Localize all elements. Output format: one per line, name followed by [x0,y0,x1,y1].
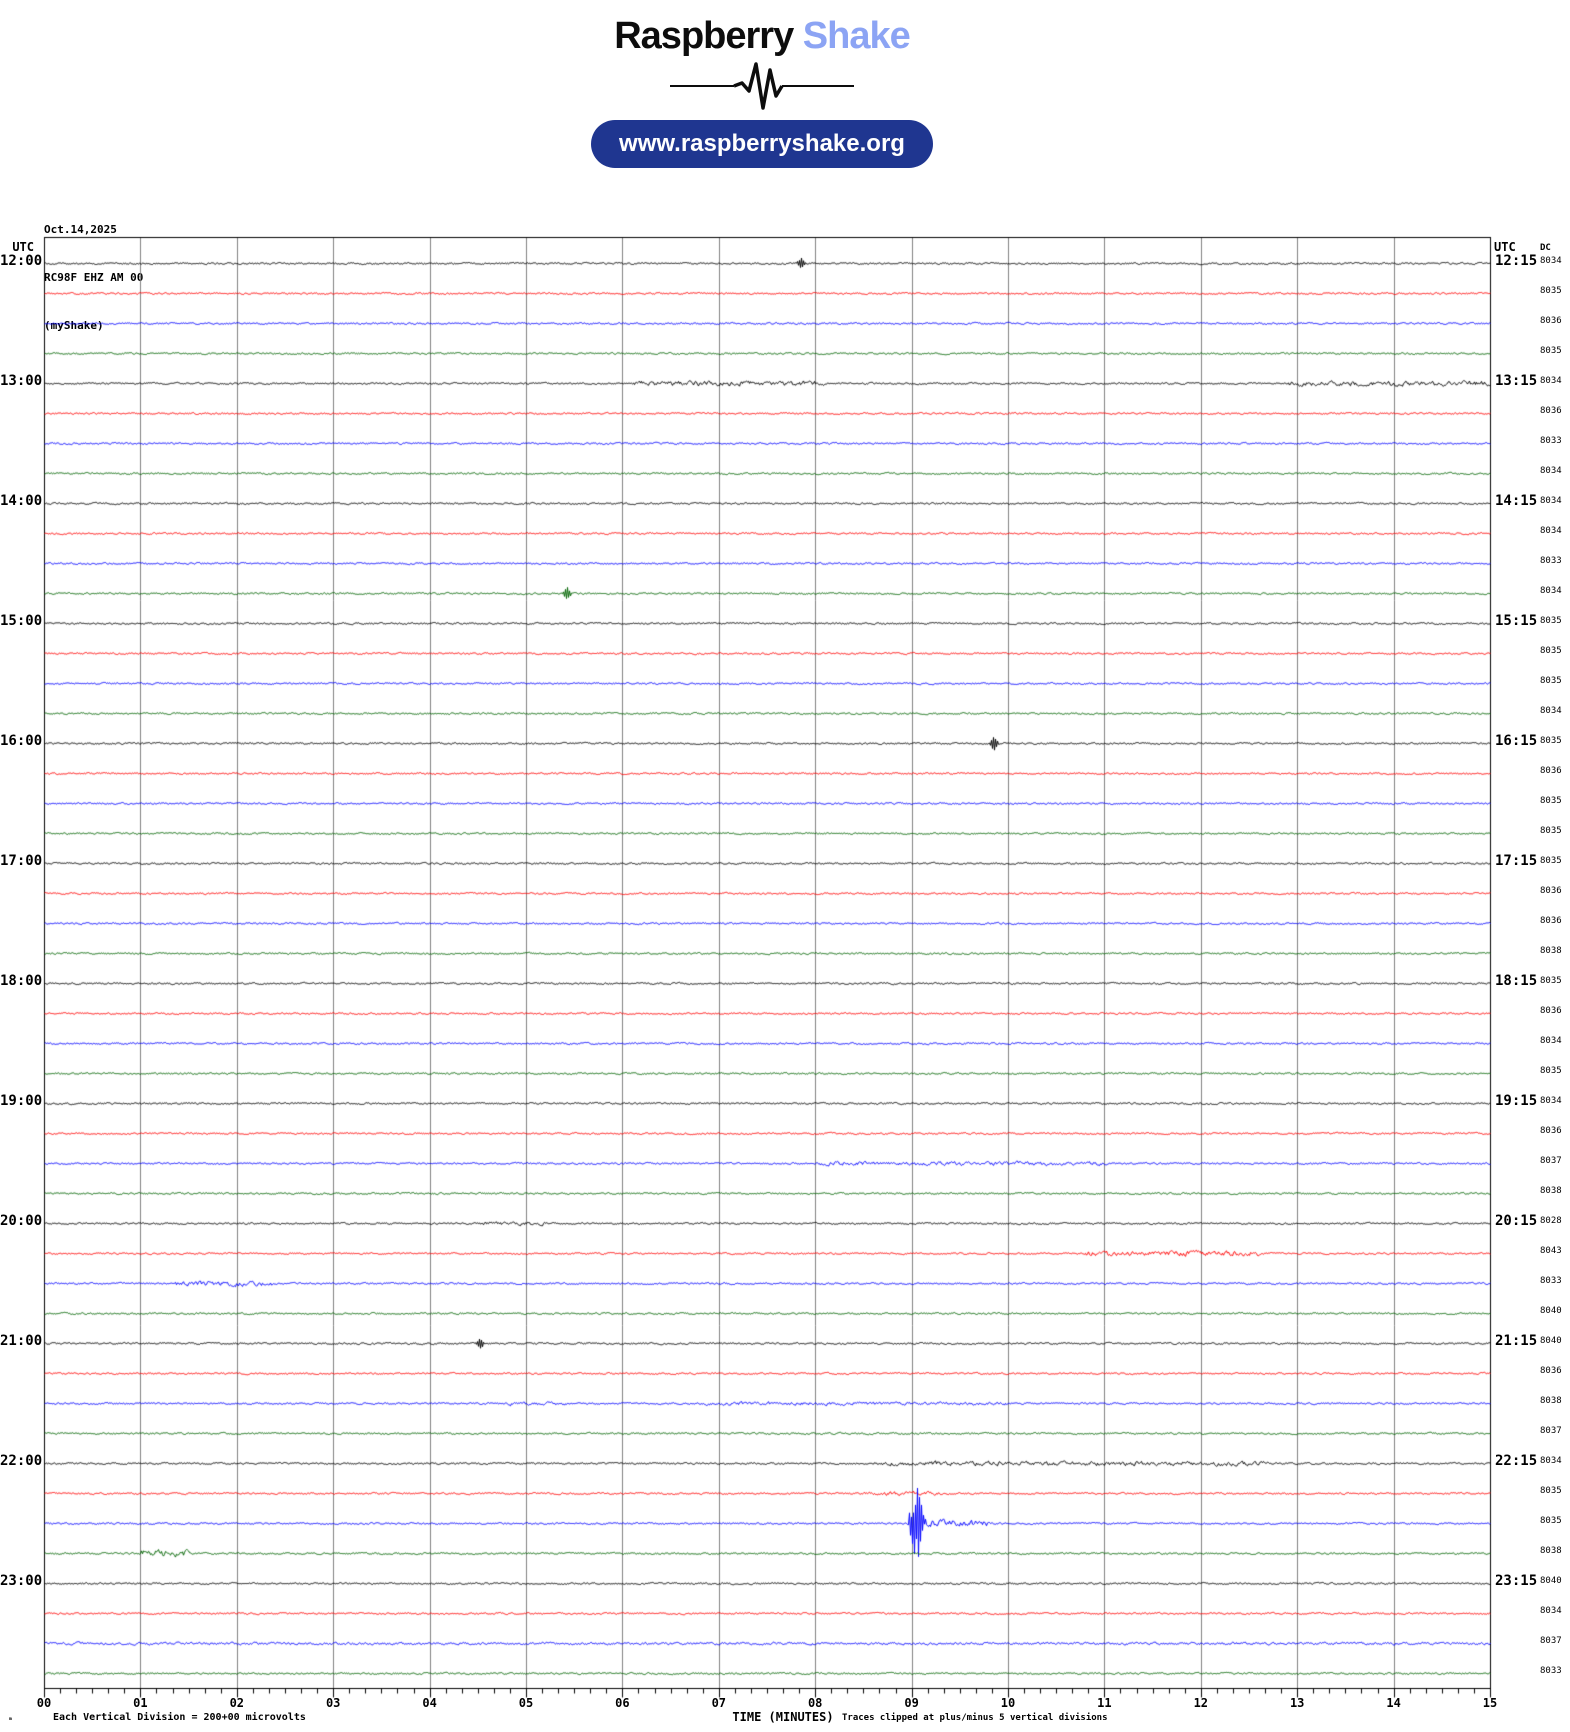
hour-label-right: 16:15 [1495,734,1537,749]
dc-value: 8040 [1540,1307,1562,1317]
dc-value: 8035 [1540,647,1562,657]
dc-value: 8037 [1540,1157,1562,1167]
x-tick-label: 15 [1474,1697,1506,1710]
hour-label-left: 19:00 [0,1094,40,1109]
x-tick-label: 02 [221,1697,253,1710]
dc-value: 8036 [1540,917,1562,927]
hour-label-left: 13:00 [0,374,40,389]
hour-label-right: 17:15 [1495,854,1537,869]
hour-label-left: 22:00 [0,1454,40,1469]
dc-value: 8033 [1540,557,1562,567]
dc-value: 8034 [1540,1037,1562,1047]
helicorder-page: Raspberry Shake www.raspberryshake.org O… [0,0,1570,1732]
dc-value: 8035 [1540,617,1562,627]
helicorder-canvas [0,0,1570,1732]
x-tick-label: 06 [606,1697,638,1710]
dc-value: 8036 [1540,1007,1562,1017]
dc-value: 8036 [1540,1367,1562,1377]
dc-value: 8038 [1540,947,1562,957]
x-tick-label: 13 [1281,1697,1313,1710]
dc-value: 8035 [1540,737,1562,747]
dc-value: 8035 [1540,287,1562,297]
x-tick-label: 00 [28,1697,60,1710]
x-tick-label: 10 [992,1697,1024,1710]
x-tick-label: 05 [510,1697,542,1710]
dc-value: 8033 [1540,1277,1562,1287]
hour-label-right: 22:15 [1495,1454,1537,1469]
hour-label-left: 21:00 [0,1334,40,1349]
hour-label-right: 20:15 [1495,1214,1537,1229]
dc-value: 8040 [1540,1577,1562,1587]
x-tick-label: 12 [1185,1697,1217,1710]
dc-value: 8040 [1540,1337,1562,1347]
dc-value: 8034 [1540,1457,1562,1467]
dc-value: 8035 [1540,677,1562,687]
dc-value: 8034 [1540,707,1562,717]
dc-value: 8034 [1540,587,1562,597]
x-tick-label: 01 [124,1697,156,1710]
dc-value: 8035 [1540,1487,1562,1497]
dc-value: 8035 [1540,857,1562,867]
hour-label-right: 21:15 [1495,1334,1537,1349]
dc-value: 8037 [1540,1427,1562,1437]
hour-label-right: 18:15 [1495,974,1537,989]
dc-value: 8035 [1540,347,1562,357]
dc-value: 8038 [1540,1397,1562,1407]
hour-label-right: 14:15 [1495,494,1537,509]
x-tick-label: 09 [896,1697,928,1710]
dc-value: 8034 [1540,257,1562,267]
dc-value: 8034 [1540,467,1562,477]
dc-value: 8036 [1540,887,1562,897]
x-tick-label: 07 [703,1697,735,1710]
dc-value: 8035 [1540,1517,1562,1527]
dc-value: 8043 [1540,1247,1562,1257]
dc-value: 8034 [1540,1097,1562,1107]
hour-label-left: 18:00 [0,974,40,989]
hour-label-left: 12:00 [0,254,40,269]
dc-value: 8036 [1540,317,1562,327]
dc-value: 8035 [1540,827,1562,837]
dc-value: 8038 [1540,1187,1562,1197]
x-tick-label: 08 [799,1697,831,1710]
x-tick-label: 03 [317,1697,349,1710]
dc-value: 8033 [1540,1667,1562,1677]
hour-label-right: 13:15 [1495,374,1537,389]
dc-value: 8034 [1540,527,1562,537]
dc-value: 8034 [1540,377,1562,387]
dc-value: 8034 [1540,1607,1562,1617]
hour-label-left: 15:00 [0,614,40,629]
hour-label-right: 15:15 [1495,614,1537,629]
dc-value: 8035 [1540,1067,1562,1077]
hour-label-left: 16:00 [0,734,40,749]
x-tick-label: 04 [414,1697,446,1710]
dc-value: 8033 [1540,437,1562,447]
hour-label-left: 17:00 [0,854,40,869]
clipping-note: Traces clipped at plus/minus 5 vertical … [842,1713,1108,1723]
hour-label-left: 23:00 [0,1574,40,1589]
dc-value: 8037 [1540,1637,1562,1647]
hour-label-left: 20:00 [0,1214,40,1229]
dc-value: 8038 [1540,1547,1562,1557]
x-tick-label: 11 [1088,1697,1120,1710]
dc-value: 8034 [1540,497,1562,507]
hour-label-right: 19:15 [1495,1094,1537,1109]
scale-marker: ₘ [8,1713,13,1722]
dc-value: 8036 [1540,1127,1562,1137]
dc-value: 8036 [1540,767,1562,777]
dc-value: 8036 [1540,407,1562,417]
hour-label-right: 23:15 [1495,1574,1537,1589]
dc-value: 8028 [1540,1217,1562,1227]
hour-label-right: 12:15 [1495,254,1537,269]
vertical-division-note: Each Vertical Division = 200+00 microvol… [53,1712,306,1723]
x-tick-label: 14 [1378,1697,1410,1710]
hour-label-left: 14:00 [0,494,40,509]
dc-value: 8035 [1540,797,1562,807]
dc-value: 8035 [1540,977,1562,987]
